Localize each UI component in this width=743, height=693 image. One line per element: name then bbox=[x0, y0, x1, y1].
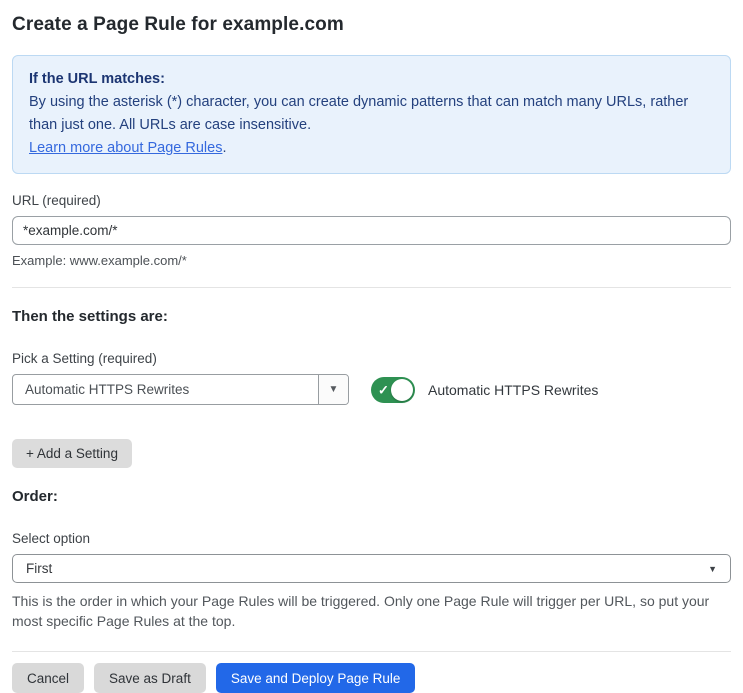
info-box-body: By using the asterisk (*) character, you… bbox=[29, 94, 689, 133]
toggle-label: Automatic HTTPS Rewrites bbox=[428, 381, 599, 398]
toggle-check-icon: ✓ bbox=[378, 382, 389, 397]
setting-toggle[interactable]: ✓ bbox=[371, 376, 415, 403]
order-section-heading: Order: bbox=[12, 488, 58, 505]
cancel-button[interactable]: Cancel bbox=[12, 663, 85, 693]
settings-section-heading: Then the settings are: bbox=[12, 308, 168, 325]
footer-divider bbox=[12, 651, 731, 652]
learn-more-link[interactable]: Learn more about Page Rules bbox=[29, 140, 222, 156]
footer-actions: Cancel Save as Draft Save and Deploy Pag… bbox=[12, 663, 731, 693]
save-as-draft-button[interactable]: Save as Draft bbox=[94, 663, 206, 693]
add-setting-button[interactable]: + Add a Setting bbox=[12, 439, 132, 468]
page-title: Create a Page Rule for example.com bbox=[12, 14, 344, 35]
setting-dropdown-value: Automatic HTTPS Rewrites bbox=[25, 382, 190, 397]
page-rule-form: Create a Page Rule for example.com If th… bbox=[0, 0, 743, 693]
setting-row: Automatic HTTPS Rewrites ▼ ✓ Automatic H… bbox=[12, 374, 731, 405]
order-select-value: First bbox=[26, 561, 53, 576]
toggle-knob bbox=[391, 378, 413, 401]
order-help-text: This is the order in which your Page Rul… bbox=[12, 593, 710, 629]
url-field-label: URL (required) bbox=[12, 193, 101, 208]
url-input[interactable] bbox=[12, 216, 731, 245]
save-and-deploy-button[interactable]: Save and Deploy Page Rule bbox=[215, 663, 416, 693]
order-select-label: Select option bbox=[12, 531, 91, 546]
url-matches-info-box: If the URL matches: By using the asteris… bbox=[12, 55, 731, 174]
order-select[interactable]: First ▼ bbox=[12, 554, 731, 583]
info-box-heading: If the URL matches: bbox=[29, 71, 165, 87]
info-box-link-line: Learn more about Page Rules. bbox=[29, 137, 714, 160]
pick-setting-label: Pick a Setting (required) bbox=[12, 351, 157, 366]
section-divider bbox=[12, 287, 731, 288]
setting-dropdown[interactable]: Automatic HTTPS Rewrites ▼ bbox=[12, 374, 349, 405]
select-arrow-icon: ▼ bbox=[708, 563, 717, 574]
link-suffix: . bbox=[222, 140, 227, 156]
url-field-help: Example: www.example.com/* bbox=[12, 253, 187, 268]
chevron-down-icon[interactable]: ▼ bbox=[318, 375, 348, 404]
